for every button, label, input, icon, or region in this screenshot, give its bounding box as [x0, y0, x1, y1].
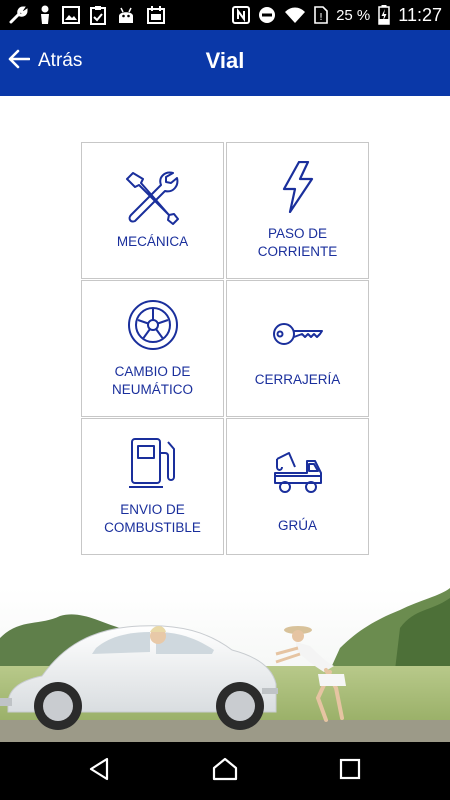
service-tile-cambio-de-neumatico[interactable]: CAMBIO DE NEUMÁTICO	[81, 280, 224, 417]
services-grid: MECÁNICA PASO DE CORRIENTE CAMBIO DE NEU…	[81, 142, 369, 555]
status-bar-left	[8, 4, 166, 26]
navigation-bar	[0, 742, 450, 800]
home-icon	[212, 757, 238, 786]
clipboard-icon	[90, 5, 106, 25]
service-tile-mecanica[interactable]: MECÁNICA	[81, 142, 224, 279]
tow-truck-icon	[227, 451, 368, 495]
status-bar: ! 25 % 11:27	[0, 0, 450, 30]
do-not-disturb-icon	[258, 6, 276, 24]
wrench-icon	[8, 5, 28, 25]
status-bar-right: ! 25 % 11:27	[232, 4, 442, 26]
back-icon	[87, 757, 111, 786]
svg-text:!: !	[319, 12, 323, 23]
tire-icon	[82, 299, 223, 351]
person-icon	[38, 5, 52, 25]
fuel-pump-icon	[82, 437, 223, 489]
hero-photo	[0, 588, 450, 742]
nav-recents-button[interactable]	[335, 756, 365, 786]
tools-icon	[82, 171, 223, 225]
wifi-icon	[284, 6, 306, 24]
page-title: Vial	[205, 48, 245, 73]
service-label: GRÚA	[277, 518, 317, 533]
lightning-icon	[227, 161, 368, 213]
key-icon	[227, 321, 368, 347]
service-label: CERRAJERÍA	[254, 372, 341, 387]
no-sim-icon: !	[314, 6, 328, 24]
nfc-icon	[232, 6, 251, 24]
recents-icon	[339, 758, 361, 785]
service-label: PASO DE CORRIENTE	[257, 226, 338, 259]
service-label: ENVIO DE COMBUSTIBLE	[104, 502, 201, 535]
app-bar: Atrás Vial	[0, 30, 450, 96]
service-tile-paso-de-corriente[interactable]: PASO DE CORRIENTE	[226, 142, 369, 279]
service-tile-envio-de-combustible[interactable]: ENVIO DE COMBUSTIBLE	[81, 418, 224, 555]
clock: 11:27	[398, 4, 442, 25]
android-icon	[116, 5, 136, 25]
battery-charging-icon	[378, 5, 391, 25]
service-tile-cerrajeria[interactable]: CERRAJERÍA	[226, 280, 369, 417]
service-tile-grua[interactable]: GRÚA	[226, 418, 369, 555]
battery-percentage: 25 %	[336, 6, 371, 24]
calendar-icon	[146, 5, 166, 25]
service-label: CAMBIO DE NEUMÁTICO	[112, 364, 193, 397]
nav-back-button[interactable]	[84, 756, 114, 786]
nav-home-button[interactable]	[210, 756, 240, 786]
image-icon	[62, 6, 80, 24]
service-label: MECÁNICA	[116, 234, 189, 249]
